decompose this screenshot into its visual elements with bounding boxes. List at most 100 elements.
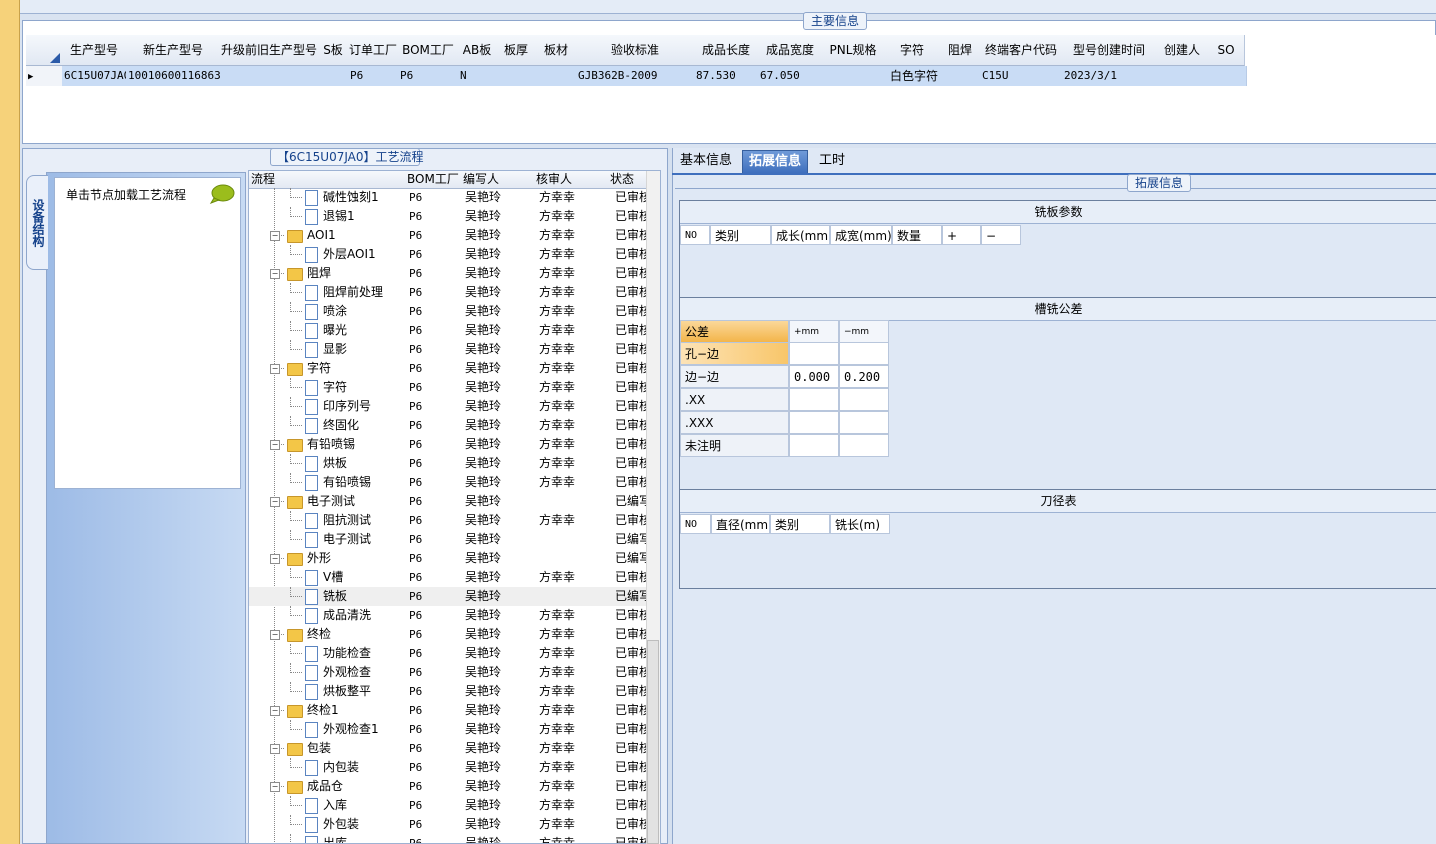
tree-row[interactable]: 内包装 P6 吴艳玲 方幸幸 已审核 <box>249 758 647 777</box>
tree-row[interactable]: 字符 P6 吴艳玲 方幸幸 已审核 <box>249 378 647 397</box>
tree-row[interactable]: 烘板 P6 吴艳玲 方幸幸 已审核 <box>249 454 647 473</box>
column-header[interactable]: 成品宽度 <box>758 35 823 66</box>
collapse-toggle-icon[interactable]: − <box>270 706 280 716</box>
tree-row[interactable]: 功能检查 P6 吴艳玲 方幸幸 已审核 <box>249 644 647 663</box>
tree-row[interactable]: − 字符 P6 吴艳玲 方幸幸 已审核 <box>249 359 647 378</box>
tree-row[interactable]: 入库 P6 吴艳玲 方幸幸 已审核 <box>249 796 647 815</box>
tab-extended-info[interactable]: 拓展信息 <box>742 150 809 174</box>
grid-cell[interactable]: P6 <box>398 66 461 86</box>
column-header[interactable]: BOM工厂 <box>398 35 459 66</box>
tree-row[interactable]: 电子测试 P6 吴艳玲 已编写 <box>249 530 647 549</box>
add-row-button[interactable]: + <box>942 225 981 245</box>
column-header[interactable]: PNL规格 <box>822 35 885 66</box>
column-header[interactable]: 创建人 <box>1156 35 1209 66</box>
collapse-toggle-icon[interactable]: − <box>270 782 280 792</box>
tree-column-header[interactable]: BOM工厂 <box>405 171 464 189</box>
column-header[interactable]: 板材 <box>536 35 577 66</box>
column-header[interactable]: 终端客户代码 <box>980 35 1063 66</box>
column-header[interactable]: 阻焊 <box>940 35 981 66</box>
tree-scroll-thumb[interactable] <box>647 640 659 844</box>
tool-column-header[interactable]: NO <box>680 514 711 534</box>
tolerance-value-cell[interactable] <box>789 388 839 411</box>
grid-cell[interactable]: N <box>458 66 499 86</box>
tree-row[interactable]: 出库 P6 吴艳玲 方幸幸 已审核 <box>249 834 647 843</box>
grid-cell[interactable]: GJB362B-2009 <box>576 66 697 86</box>
tolerance-value-cell[interactable] <box>839 434 889 457</box>
column-header[interactable]: 字符 <box>884 35 941 66</box>
tree-row[interactable]: 碱性蚀刻1 P6 吴艳玲 方幸幸 已审核 <box>249 188 647 207</box>
grid-cell[interactable] <box>496 66 539 86</box>
tool-column-header[interactable]: 铣长(m) <box>830 514 890 534</box>
tree-row[interactable]: − AOI1 P6 吴艳玲 方幸幸 已审核 <box>249 226 647 245</box>
tab-basic-info[interactable]: 基本信息 <box>674 150 738 174</box>
grid-cell[interactable] <box>822 66 887 86</box>
mill-column-header[interactable]: 类别 <box>710 225 771 245</box>
tree-row[interactable]: 成品清洗 P6 吴艳玲 方幸幸 已审核 <box>249 606 647 625</box>
tree-row[interactable]: 终固化 P6 吴艳玲 方幸幸 已审核 <box>249 416 647 435</box>
column-header[interactable]: AB板 <box>458 35 497 66</box>
tree-row[interactable]: − 有铅喷锡 P6 吴艳玲 方幸幸 已审核 <box>249 435 647 454</box>
column-header[interactable]: 型号创建时间 <box>1062 35 1157 66</box>
tree-column-header[interactable]: 状态 <box>608 171 651 189</box>
tree-row[interactable]: − 终检 P6 吴艳玲 方幸幸 已审核 <box>249 625 647 644</box>
tree-row[interactable]: 退锡1 P6 吴艳玲 方幸幸 已审核 <box>249 207 647 226</box>
device-structure-list[interactable] <box>54 177 241 489</box>
collapse-toggle-icon[interactable]: − <box>270 364 280 374</box>
tree-row[interactable]: − 阻焊 P6 吴艳玲 方幸幸 已审核 <box>249 264 647 283</box>
mill-column-header[interactable]: 数量 <box>892 225 942 245</box>
tree-row[interactable]: − 电子测试 P6 吴艳玲 已编写 <box>249 492 647 511</box>
tool-column-header[interactable]: 直径(mm) <box>711 514 770 534</box>
tolerance-value-cell[interactable] <box>839 388 889 411</box>
grid-corner[interactable] <box>26 35 63 66</box>
grid-cell[interactable]: 2023/3/1 <box>1062 66 1159 86</box>
column-header[interactable]: 验收标准 <box>576 35 695 66</box>
grid-cell[interactable]: 67.050 <box>758 66 825 86</box>
tolerance-value-cell[interactable] <box>789 434 839 457</box>
grid-cell[interactable]: 白色字符 <box>884 66 943 86</box>
column-header[interactable]: 板厚 <box>496 35 537 66</box>
tree-row[interactable]: 喷涂 P6 吴艳玲 方幸幸 已审核 <box>249 302 647 321</box>
tree-row[interactable]: − 外形 P6 吴艳玲 已编写 <box>249 549 647 568</box>
grid-cell[interactable] <box>536 66 579 86</box>
grid-cell[interactable]: C15U <box>980 66 1065 86</box>
collapse-toggle-icon[interactable]: − <box>270 440 280 450</box>
tree-row[interactable]: 曝光 P6 吴艳玲 方幸幸 已审核 <box>249 321 647 340</box>
remove-row-button[interactable]: − <box>981 225 1021 245</box>
tree-column-header[interactable]: 核审人 <box>534 171 611 189</box>
collapse-toggle-icon[interactable]: − <box>270 497 280 507</box>
grid-cell[interactable]: 10010600116863 <box>126 66 223 86</box>
tree-row[interactable]: − 成品仓 P6 吴艳玲 方幸幸 已审核 <box>249 777 647 796</box>
grid-cell[interactable]: 87.530 <box>694 66 761 86</box>
chat-bubble-icon[interactable] <box>209 184 235 204</box>
tolerance-value-cell[interactable] <box>789 342 839 365</box>
tree-row[interactable]: 外观检查1 P6 吴艳玲 方幸幸 已审核 <box>249 720 647 739</box>
tree-row[interactable]: 显影 P6 吴艳玲 方幸幸 已审核 <box>249 340 647 359</box>
tree-row[interactable]: 外层AOI1 P6 吴艳玲 方幸幸 已审核 <box>249 245 647 264</box>
collapse-toggle-icon[interactable]: − <box>270 231 280 241</box>
grid-cell[interactable]: P6 <box>348 66 401 86</box>
grid-cell[interactable] <box>1156 66 1211 86</box>
tolerance-value-cell[interactable] <box>839 342 889 365</box>
tree-row[interactable]: 有铅喷锡 P6 吴艳玲 方幸幸 已审核 <box>249 473 647 492</box>
tree-row[interactable]: 铣板 P6 吴艳玲 已编写 <box>249 587 647 606</box>
grid-cell[interactable]: 6C15U07JA0 <box>62 66 129 86</box>
tolerance-value-cell[interactable]: 0.200 <box>839 365 889 388</box>
collapse-toggle-icon[interactable]: − <box>270 269 280 279</box>
tree-row[interactable]: 外包装 P6 吴艳玲 方幸幸 已审核 <box>249 815 647 834</box>
column-header[interactable]: 升级前旧生产型号 <box>220 35 319 66</box>
grid-cell[interactable] <box>220 66 321 86</box>
column-header[interactable]: 订单工厂 <box>348 35 399 66</box>
tree-row[interactable]: 阻抗测试 P6 吴艳玲 方幸幸 已审核 <box>249 511 647 530</box>
column-header[interactable]: S板 <box>318 35 349 66</box>
column-header[interactable]: 成品长度 <box>694 35 759 66</box>
tree-row[interactable]: 阻焊前处理 P6 吴艳玲 方幸幸 已审核 <box>249 283 647 302</box>
row-indicator[interactable]: ▶ <box>26 66 65 86</box>
tolerance-value-cell[interactable] <box>839 411 889 434</box>
tolerance-value-cell[interactable] <box>789 411 839 434</box>
tool-column-header[interactable]: 类别 <box>770 514 830 534</box>
tree-row[interactable]: − 终检1 P6 吴艳玲 方幸幸 已审核 <box>249 701 647 720</box>
device-structure-tab[interactable]: 设备结构 <box>26 175 48 270</box>
process-flow-tree[interactable]: 流程BOM工厂编写人核审人状态▲碱性蚀刻1P6吴艳玲方幸幸已审核退锡1P6吴艳玲… <box>248 170 661 844</box>
collapse-toggle-icon[interactable]: − <box>270 630 280 640</box>
tree-row[interactable]: 外观检查 P6 吴艳玲 方幸幸 已审核 <box>249 663 647 682</box>
